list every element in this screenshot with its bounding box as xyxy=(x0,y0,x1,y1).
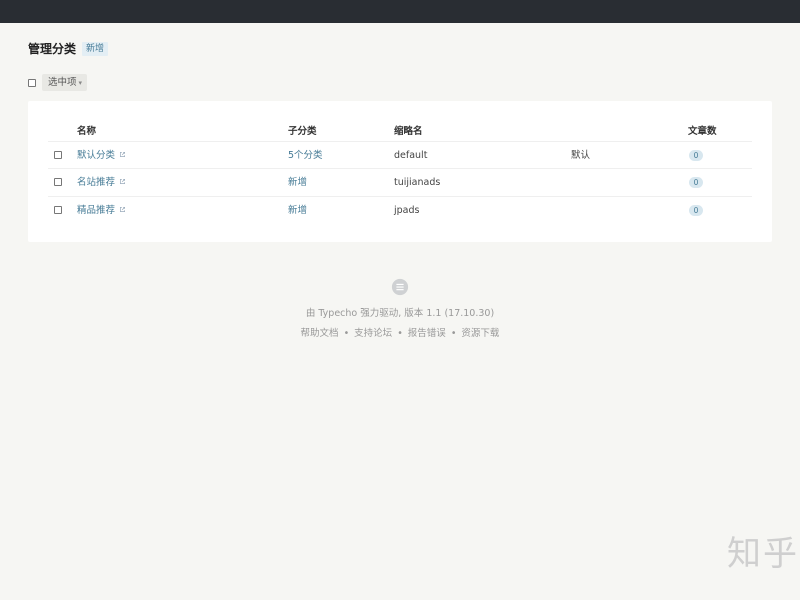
post-count-badge[interactable]: 0 xyxy=(689,150,703,161)
table-row: 名站推荐 新增 tuijianads 0 xyxy=(48,168,752,196)
column-header-slug: 缩略名 xyxy=(394,126,423,137)
subcategory-link[interactable]: 5个分类 xyxy=(288,142,323,169)
footer-separator: • xyxy=(343,328,350,339)
subcategory-link[interactable]: 新增 xyxy=(288,169,307,196)
bulk-action-label: 选中项 xyxy=(48,77,77,88)
footer-separator: • xyxy=(397,328,403,339)
category-name-link[interactable]: 默认分类 xyxy=(77,150,115,161)
report-bug-link[interactable]: 报告错误 xyxy=(408,328,446,339)
footer: 由 Typecho 强力驱动, 版本 1.1 (17.10.30) 帮助文档 • 支… xyxy=(0,278,800,339)
external-link-icon[interactable] xyxy=(119,151,126,158)
row-checkbox[interactable] xyxy=(54,206,62,214)
row-checkbox[interactable] xyxy=(54,178,62,186)
table-row: 精品推荐 新增 jpads 0 xyxy=(48,196,752,224)
top-navigation-bar xyxy=(0,0,800,23)
row-checkbox[interactable] xyxy=(54,151,62,159)
category-table-panel: 名称 子分类 缩略名 文章数 默认分类 5个分类 default 默认 0 名站… xyxy=(28,101,772,242)
column-header-post-count: 文章数 xyxy=(688,126,717,137)
zhihu-watermark: 知乎 xyxy=(727,534,799,574)
category-name-link[interactable]: 名站推荐 xyxy=(77,177,115,188)
chevron-down-icon: ▾ xyxy=(78,79,83,87)
post-count-badge[interactable]: 0 xyxy=(689,177,703,188)
resources-download-link[interactable]: 资源下载 xyxy=(461,328,499,339)
subcategory-link[interactable]: 新增 xyxy=(288,197,307,224)
slug-text: jpads xyxy=(394,205,420,216)
column-header-subcategory: 子分类 xyxy=(288,126,317,137)
table-row: 默认分类 5个分类 default 默认 0 xyxy=(48,141,752,169)
footer-links: 帮助文档 • 支持论坛 • 报告错误 • 资源下载 xyxy=(0,325,800,339)
select-all-checkbox[interactable] xyxy=(28,79,36,87)
page-title: 管理分类 xyxy=(28,42,77,56)
bulk-action-dropdown[interactable]: 选中项 ▾ xyxy=(42,74,88,91)
column-header-name: 名称 xyxy=(77,126,97,137)
add-category-button[interactable]: 新增 xyxy=(82,42,109,56)
default-marker: 默认 xyxy=(571,150,591,161)
help-docs-link[interactable]: 帮助文档 xyxy=(301,328,339,339)
powered-by-text: 由 Typecho 强力驱动, 版本 1.1 (17.10.30) xyxy=(305,308,495,319)
category-name-link[interactable]: 精品推荐 xyxy=(77,205,115,216)
external-link-icon[interactable] xyxy=(119,178,126,185)
external-link-icon[interactable] xyxy=(119,206,126,213)
typecho-logo-icon[interactable] xyxy=(391,278,409,296)
post-count-badge[interactable]: 0 xyxy=(689,205,703,216)
typecho-link[interactable]: Typecho xyxy=(318,308,357,319)
slug-text: tuijianads xyxy=(394,177,441,188)
slug-text: default xyxy=(394,150,428,161)
support-forum-link[interactable]: 支持论坛 xyxy=(354,328,392,339)
footer-separator: • xyxy=(450,328,457,339)
